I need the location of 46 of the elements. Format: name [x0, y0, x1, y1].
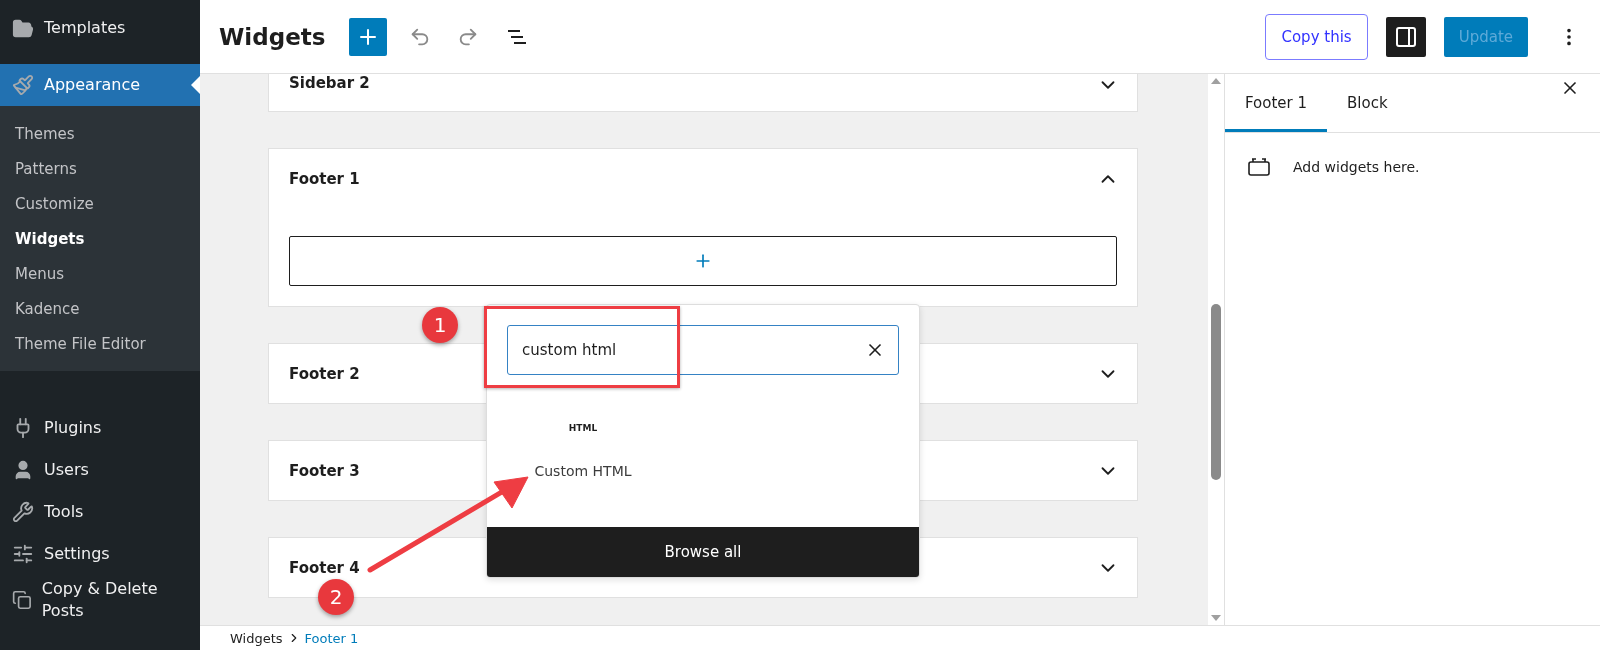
menu-item[interactable]: Plugins — [0, 407, 200, 449]
menu-item[interactable]: Users — [0, 449, 200, 491]
block-result[interactable]: HTML Custom HTML — [523, 423, 643, 479]
widget-area-title: Footer 1 — [289, 169, 360, 188]
scroll-thumb[interactable] — [1211, 304, 1221, 480]
wrench-icon — [12, 501, 34, 523]
add-block-area[interactable] — [289, 236, 1117, 286]
menu-item[interactable]: Templates — [0, 0, 200, 57]
submenu-item[interactable]: Themes — [0, 116, 200, 151]
submenu-item[interactable]: Customize — [0, 186, 200, 221]
copy-button[interactable]: Copy this — [1265, 13, 1368, 60]
menu-item[interactable]: Appearance — [0, 64, 200, 106]
scroll-up-arrow-icon[interactable] — [1211, 78, 1221, 84]
scroll-down-arrow-icon[interactable] — [1211, 615, 1221, 621]
widget-area-title: Sidebar 2 — [289, 74, 370, 92]
html-icon: HTML — [568, 423, 598, 433]
panel-tab[interactable]: Block — [1327, 74, 1408, 132]
menu-item[interactable]: Copy & Delete Posts — [0, 575, 200, 625]
browse-all-button[interactable]: Browse all — [487, 527, 919, 577]
panel-tab[interactable]: Footer 1 — [1225, 74, 1328, 132]
page-title: Widgets — [219, 23, 326, 50]
breadcrumb-link[interactable]: Footer 1 — [304, 630, 359, 646]
folder-icon — [12, 17, 34, 40]
step-number: 2 — [318, 579, 354, 615]
submenu-item[interactable]: Kadence — [0, 291, 200, 326]
widget-area-title: Footer 3 — [289, 461, 360, 480]
step-number: 1 — [422, 307, 458, 343]
submenu-item[interactable]: Theme File Editor — [0, 326, 200, 361]
submenu-item[interactable]: Widgets — [0, 221, 200, 256]
submenu-item[interactable]: Menus — [0, 256, 200, 291]
panel-message: Add widgets here. — [1293, 159, 1420, 175]
submenu-item[interactable]: Patterns — [0, 151, 200, 186]
panel-icon — [1393, 24, 1418, 49]
menu-item[interactable]: Settings — [0, 533, 200, 575]
copy-icon — [12, 589, 32, 611]
block-label: Custom HTML — [534, 463, 632, 479]
search-field[interactable]: custom html — [507, 325, 899, 375]
breadcrumb-link[interactable]: Widgets — [230, 630, 283, 646]
widget-area-title: Footer 4 — [289, 558, 360, 577]
settings-sidebar-button[interactable] — [1385, 16, 1426, 57]
paintbrush-icon — [12, 74, 34, 96]
menu-item[interactable]: Tools — [0, 491, 200, 533]
add-block-button[interactable] — [349, 17, 388, 56]
sliders-icon — [12, 543, 34, 565]
widget-area-title: Footer 2 — [289, 364, 360, 383]
widget-area-icon — [1247, 157, 1271, 177]
